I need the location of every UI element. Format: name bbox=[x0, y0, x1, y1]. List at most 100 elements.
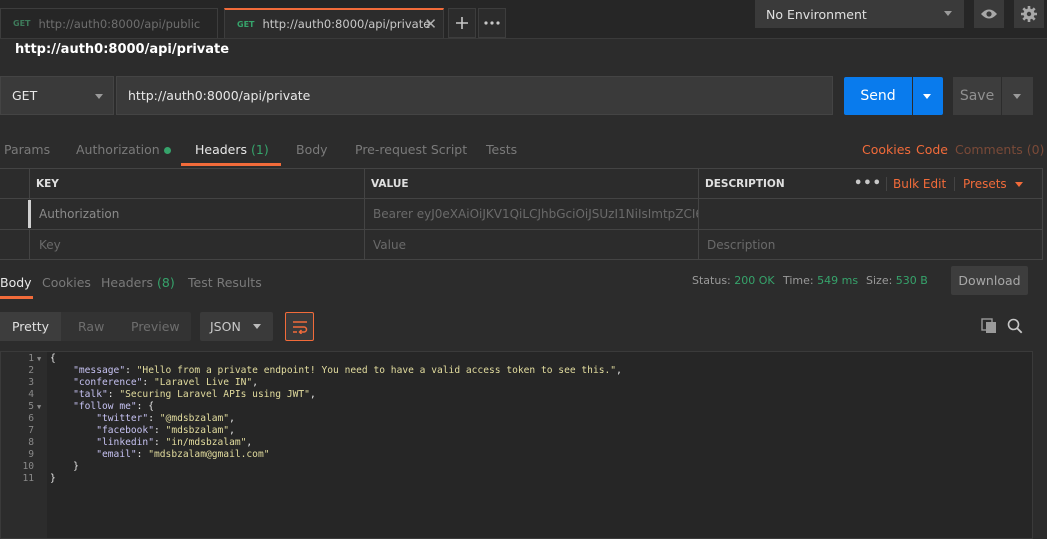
new-key-field[interactable]: Key bbox=[30, 230, 365, 260]
tab-authorization-label: Authorization bbox=[76, 142, 160, 157]
active-tab-indicator bbox=[181, 163, 281, 166]
response-tab-cookies[interactable]: Cookies bbox=[42, 275, 91, 290]
time-label: Time: bbox=[783, 274, 814, 287]
code-text: } bbox=[50, 473, 56, 484]
tab-headers-label: Headers bbox=[195, 142, 248, 157]
gear-icon[interactable] bbox=[1014, 0, 1044, 28]
request-tabs: Params Authorization Headers (1) Body Pr… bbox=[0, 130, 1047, 167]
tab-authorization[interactable]: Authorization bbox=[76, 142, 171, 157]
code-line: 8 "linkedin": "in/mdsbzalam", bbox=[1, 437, 1031, 449]
tab-public[interactable]: GET http://auth0:8000/api/public bbox=[0, 8, 218, 38]
active-tab-indicator bbox=[0, 296, 33, 299]
tab-body[interactable]: Body bbox=[296, 142, 328, 157]
presets-dropdown[interactable]: Presets bbox=[963, 177, 1023, 191]
environment-select[interactable]: No Environment bbox=[755, 0, 964, 28]
save-button[interactable]: Save bbox=[953, 77, 1001, 115]
cookies-link[interactable]: Cookies bbox=[862, 142, 911, 157]
code-text: "twitter": "@mdsbzalam", bbox=[96, 413, 235, 424]
line-number: 1 bbox=[28, 353, 34, 364]
header-check-cell bbox=[0, 169, 30, 199]
presets-label: Presets bbox=[963, 176, 1007, 191]
code-text: "follow me": { bbox=[73, 401, 154, 412]
code-text: "facebook": "mdsbzalam", bbox=[96, 425, 235, 436]
tab-url: http://auth0:8000/api/private bbox=[262, 17, 431, 31]
method-select[interactable]: GET bbox=[0, 76, 114, 115]
response-body-editor[interactable]: 1 ▼{2 "message": "Hello from a private en… bbox=[0, 351, 1033, 539]
tab-url: http://auth0:8000/api/public bbox=[38, 16, 201, 31]
header-key-field[interactable]: Authorization bbox=[30, 199, 365, 230]
bulk-edit-link[interactable]: Bulk Edit bbox=[893, 177, 946, 191]
chevron-down-icon bbox=[923, 94, 931, 99]
chevron-down-icon bbox=[1013, 94, 1021, 99]
row-check-cell[interactable] bbox=[0, 199, 30, 230]
code-line: 6 "twitter": "@mdsbzalam", bbox=[1, 413, 1031, 425]
ellipsis-icon[interactable] bbox=[478, 8, 506, 38]
size-value: 530 B bbox=[895, 274, 928, 287]
format-raw[interactable]: Raw bbox=[78, 319, 104, 334]
eye-icon[interactable] bbox=[974, 0, 1004, 28]
response-tab-body[interactable]: Body bbox=[0, 275, 32, 290]
save-dropdown-button[interactable] bbox=[1002, 77, 1033, 115]
line-number: 6 bbox=[28, 413, 34, 424]
response-tab-headers[interactable]: Headers (8) bbox=[101, 275, 175, 290]
response-tab-headers-label: Headers bbox=[101, 275, 154, 290]
language-select[interactable]: JSON bbox=[200, 312, 273, 341]
code-text: "message": "Hello from a private endpoin… bbox=[73, 365, 622, 376]
status-value: 200 OK bbox=[734, 274, 775, 287]
search-icon[interactable] bbox=[1005, 316, 1025, 336]
plus-icon[interactable] bbox=[448, 8, 476, 38]
line-number: 5 bbox=[28, 401, 34, 412]
response-tab-test-results[interactable]: Test Results bbox=[188, 275, 262, 290]
format-toggle-group: Pretty Raw Preview bbox=[0, 312, 191, 341]
code-line: 5 ▼ "follow me": { bbox=[1, 401, 1031, 413]
tab-headers[interactable]: Headers (1) bbox=[195, 142, 269, 157]
environment-label: No Environment bbox=[766, 6, 867, 22]
language-label: JSON bbox=[210, 319, 241, 334]
line-number: 2 bbox=[28, 365, 34, 376]
line-number: 4 bbox=[28, 389, 34, 400]
fold-arrow-icon[interactable]: ▼ bbox=[37, 401, 41, 413]
request-title: http://auth0:8000/api/private bbox=[15, 42, 230, 57]
headers-table: KEY VALUE DESCRIPTION ••• Bulk Edit Pres… bbox=[0, 168, 1043, 260]
size-info: Size: 530 B bbox=[866, 274, 928, 287]
ellipsis-icon[interactable]: ••• bbox=[854, 176, 882, 191]
comments-link[interactable]: Comments (0) bbox=[955, 142, 1044, 157]
send-dropdown-button[interactable] bbox=[913, 77, 943, 115]
code-line: 11} bbox=[1, 473, 1031, 485]
format-preview[interactable]: Preview bbox=[131, 319, 180, 334]
copy-icon[interactable] bbox=[979, 316, 999, 336]
row-check-cell[interactable] bbox=[0, 230, 30, 260]
fold-arrow-icon[interactable]: ▼ bbox=[37, 353, 41, 365]
code-link[interactable]: Code bbox=[916, 142, 948, 157]
new-description-field[interactable]: Description bbox=[699, 230, 1043, 260]
line-number: 10 bbox=[22, 461, 34, 472]
headers-count: (1) bbox=[251, 142, 269, 157]
code-text: "conference": "Laravel Live IN", bbox=[73, 377, 258, 388]
line-number: 7 bbox=[28, 425, 34, 436]
tab-prerequest-script[interactable]: Pre-request Script bbox=[355, 142, 467, 157]
download-button[interactable]: Download bbox=[951, 266, 1028, 295]
column-key: KEY bbox=[30, 169, 365, 199]
line-number: 11 bbox=[22, 473, 34, 484]
send-button[interactable]: Send bbox=[844, 77, 912, 115]
code-line: 4 "talk": "Securing Laravel APIs using J… bbox=[1, 389, 1031, 401]
close-icon[interactable]: ✕ bbox=[424, 15, 437, 33]
tab-params[interactable]: Params bbox=[4, 142, 50, 157]
code-text: "talk": "Securing Laravel APIs using JWT… bbox=[73, 389, 316, 400]
wrap-lines-icon[interactable] bbox=[285, 312, 314, 341]
code-text: { bbox=[50, 353, 56, 364]
tab-method: GET bbox=[13, 19, 31, 28]
row-focus-indicator bbox=[28, 200, 31, 228]
url-input[interactable] bbox=[116, 76, 833, 115]
status-dot-icon bbox=[163, 147, 171, 154]
header-value-field[interactable]: Bearer eyJ0eXAiOiJKV1QiLCJhbGciOiJSUzI1N… bbox=[365, 199, 699, 230]
new-value-field[interactable]: Value bbox=[365, 230, 699, 260]
column-description-label: DESCRIPTION bbox=[705, 177, 785, 190]
code-text: "linkedin": "in/mdsbzalam", bbox=[96, 437, 253, 448]
tab-tests[interactable]: Tests bbox=[486, 142, 517, 157]
format-pretty[interactable]: Pretty bbox=[0, 312, 61, 341]
tab-private[interactable]: GET http://auth0:8000/api/private ✕ bbox=[224, 8, 444, 38]
time-value: 549 ms bbox=[817, 274, 859, 287]
header-description-field[interactable] bbox=[699, 199, 1043, 230]
column-description: DESCRIPTION ••• Bulk Edit Presets bbox=[699, 169, 1043, 199]
